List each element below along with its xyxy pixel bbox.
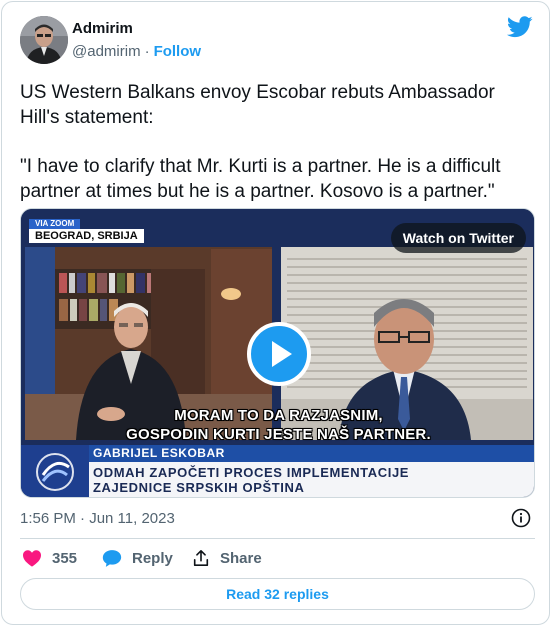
watch-on-twitter-button[interactable]: Watch on Twitter xyxy=(390,223,526,253)
heart-icon xyxy=(23,550,41,567)
avatar[interactable] xyxy=(20,16,68,64)
play-button[interactable] xyxy=(247,322,311,386)
lower-third-line-2: ZAJEDNICE SRPSKIH OPŠTINA xyxy=(93,480,305,495)
separator-dot: · xyxy=(144,43,150,60)
tweet-paragraph-2: "I have to clarify that Mr. Kurti is a p… xyxy=(20,156,501,202)
twitter-bird-icon[interactable] xyxy=(507,16,533,38)
subtitle-line-1: MORAM TO DA RAZJASNIM, xyxy=(174,407,383,424)
subtitle-line-2: GOSPODIN KURTI JESTE NAŠ PARTNER. xyxy=(126,426,431,443)
reply-label: Reply xyxy=(132,549,173,567)
play-icon xyxy=(272,341,292,367)
divider xyxy=(20,538,535,539)
share-button[interactable]: Share xyxy=(192,548,262,568)
via-zoom-tag: VIA ZOOM xyxy=(29,219,81,229)
reply-bubble-icon xyxy=(102,549,122,567)
like-count: 355 xyxy=(52,549,78,567)
location-tag: BEOGRAD, SRBIJA xyxy=(29,229,144,243)
avatar-image xyxy=(20,16,68,64)
read-replies-button[interactable]: Read 32 replies xyxy=(20,578,535,610)
reply-button[interactable]: Reply xyxy=(102,548,173,568)
video-media[interactable]: VIA ZOOM BEOGRAD, SRBIJA Watch on Twitte… xyxy=(20,208,535,498)
tweet-paragraph-1: US Western Balkans envoy Escobar rebuts … xyxy=(20,82,495,128)
info-icon[interactable] xyxy=(511,508,531,528)
tweet-timestamp[interactable]: 1:56 PM · Jun 11, 2023 xyxy=(20,510,175,527)
like-button[interactable]: 355 xyxy=(22,548,77,568)
author-name[interactable]: Admirim xyxy=(72,20,133,37)
follow-button[interactable]: Follow xyxy=(154,43,202,60)
author-handle[interactable]: @admirim xyxy=(72,43,141,60)
tweet-text: US Western Balkans envoy Escobar rebuts … xyxy=(20,80,536,204)
author-handle-row: @admirim · Follow xyxy=(72,43,201,60)
tweet-card: Admirim @admirim · Follow US Western Balka… xyxy=(1,1,550,625)
lower-third-line-1: ODMAH ZAPOČETI PROCES IMPLEMENTACIJE xyxy=(93,465,410,480)
lower-third-headline: ODMAH ZAPOČETI PROCES IMPLEMENTACIJE ZAJ… xyxy=(89,462,534,497)
share-label: Share xyxy=(220,549,262,567)
lower-third-name: GABRIJEL ESKOBAR xyxy=(89,445,534,462)
share-icon xyxy=(193,549,209,567)
